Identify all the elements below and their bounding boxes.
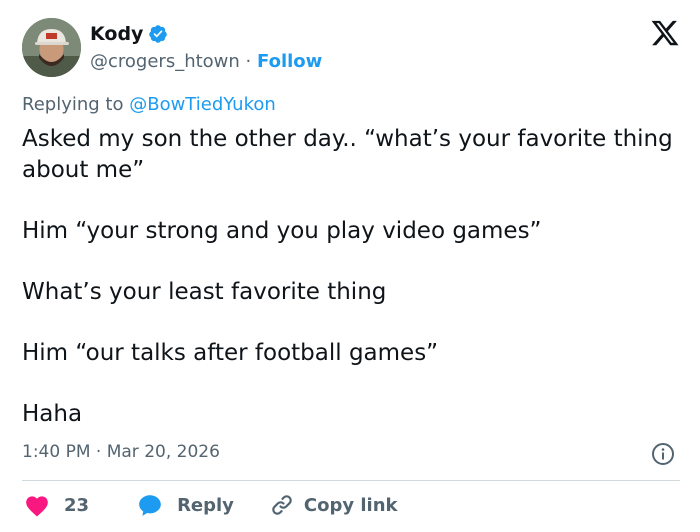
- like-button[interactable]: 23: [24, 493, 89, 517]
- follow-button[interactable]: Follow: [257, 51, 322, 72]
- tweet-paragraph: Asked my son the other day.. “what’s you…: [22, 126, 673, 183]
- speech-bubble-icon: [137, 493, 163, 517]
- info-icon[interactable]: [651, 442, 675, 466]
- author-block: Kody @crogers_htown · Follow: [90, 21, 322, 72]
- reply-label: Reply: [177, 494, 234, 516]
- timestamp-separator: ·: [95, 442, 102, 462]
- divider: [22, 480, 680, 481]
- handle-separator: ·: [245, 51, 252, 72]
- tweet-paragraph: What’s your least favorite thing: [22, 279, 387, 305]
- reply-prefix: Replying to: [22, 94, 124, 115]
- tweet-paragraph: Him “your strong and you play video game…: [22, 218, 542, 244]
- reply-context: Replying to @BowTiedYukon: [22, 94, 276, 115]
- timestamp-time-link[interactable]: 1:40 PM: [22, 442, 91, 462]
- reply-mention-link[interactable]: @BowTiedYukon: [129, 94, 276, 115]
- copy-link-button[interactable]: Copy link: [260, 493, 398, 517]
- heart-icon: [24, 493, 50, 517]
- action-bar: 23 Reply Copy link: [24, 490, 398, 520]
- author-handle[interactable]: @crogers_htown: [90, 51, 240, 72]
- x-logo-icon[interactable]: [650, 18, 680, 48]
- timestamp-date-link[interactable]: Mar 20, 2026: [107, 442, 220, 462]
- reply-button[interactable]: Reply: [123, 493, 234, 517]
- tweet-body: Asked my son the other day.. “what’s you…: [22, 124, 682, 430]
- copy-link-label: Copy link: [303, 494, 398, 516]
- tweet-paragraph: Haha: [22, 401, 83, 427]
- link-icon: [270, 493, 294, 517]
- author-display-name[interactable]: Kody: [90, 23, 143, 45]
- avatar[interactable]: [22, 18, 81, 77]
- like-count: 23: [64, 494, 90, 516]
- tweet-paragraph: Him “our talks after football games”: [22, 340, 439, 366]
- tweet-timestamp: 1:40 PM · Mar 20, 2026: [22, 442, 220, 462]
- tweet-header: Kody @crogers_htown · Follow: [22, 18, 682, 80]
- verified-badge-icon: [148, 24, 168, 44]
